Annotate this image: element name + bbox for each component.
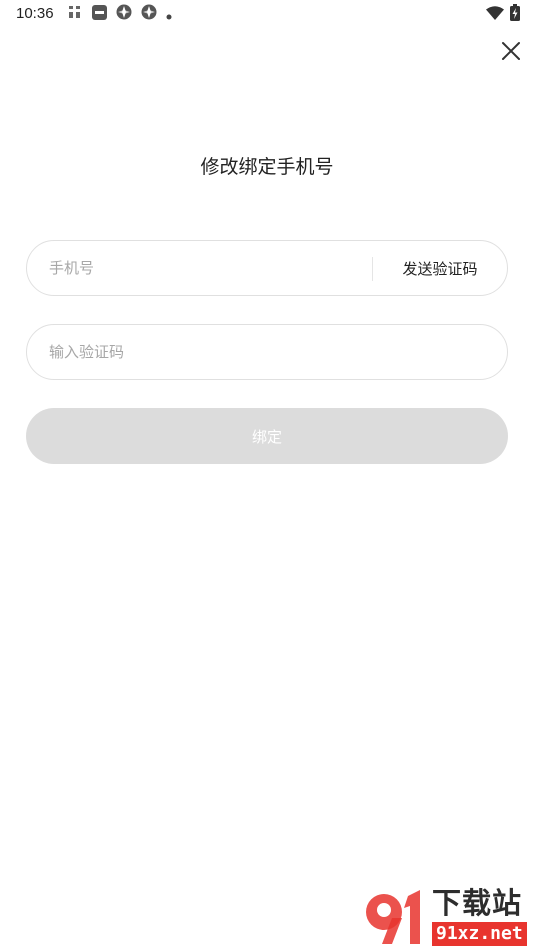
watermark-title: 下载站 [432,886,523,920]
code-field [26,324,508,380]
watermark: 下载站 91xz.net [362,886,530,948]
verification-code-input[interactable] [49,325,485,379]
app-icon-d [141,4,157,24]
send-code-button[interactable]: 发送验证码 [373,241,507,295]
status-time: 10:36 [16,5,54,22]
system-icons [486,3,520,25]
app-icon-b [92,4,107,24]
watermark-domain: 91xz.net [432,922,527,946]
page-title: 修改绑定手机号 [200,156,334,178]
watermark-logo [362,888,428,946]
app-icon-c [116,4,132,24]
phone-input[interactable] [49,241,369,295]
battery-charging-icon [510,3,520,25]
app-icon-a [67,4,83,24]
dot-icon [166,5,172,24]
close-icon [501,41,521,65]
wifi-icon [486,5,504,24]
bind-button[interactable]: 绑定 [26,408,508,464]
status-bar: 10:36 [0,0,534,28]
close-button[interactable] [496,38,526,68]
phone-field: 发送验证码 [26,240,508,296]
notification-icons [67,4,172,24]
